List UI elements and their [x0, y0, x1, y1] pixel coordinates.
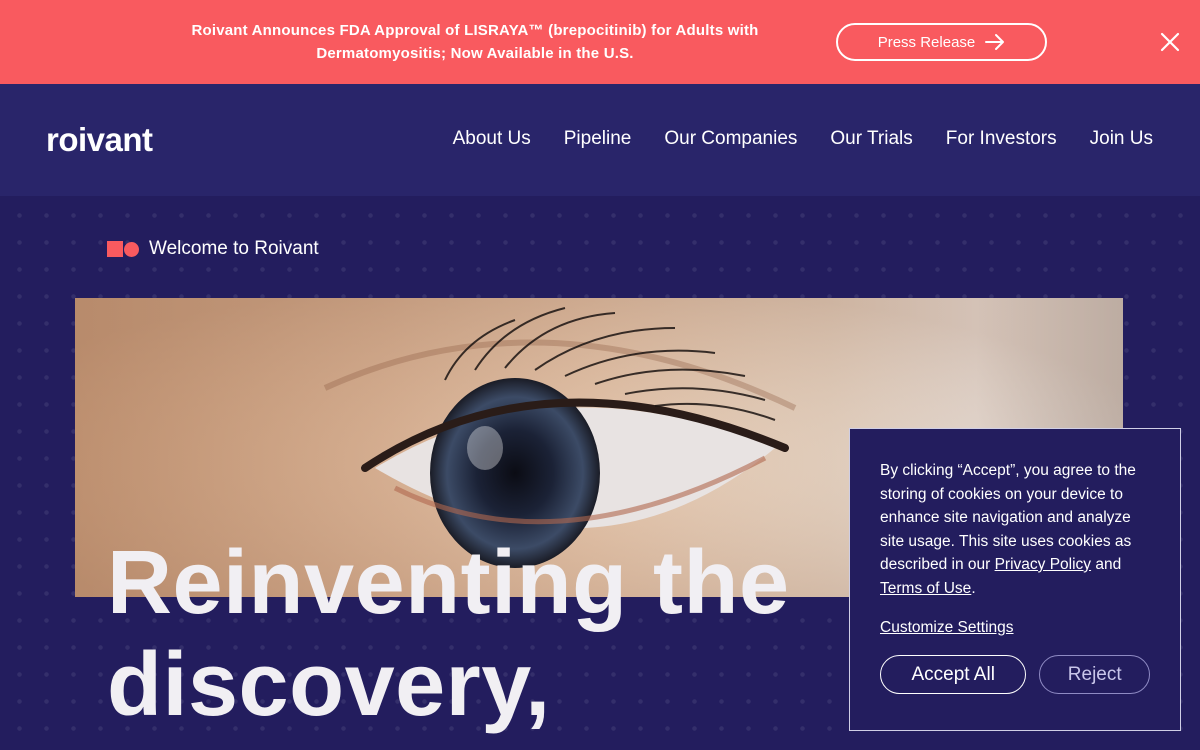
nav-pipeline[interactable]: Pipeline [564, 128, 632, 150]
announcement-text: Roivant Announces FDA Approval of LISRAY… [191, 22, 759, 62]
nav-our-companies[interactable]: Our Companies [664, 128, 797, 150]
customize-settings-link[interactable]: Customize Settings [880, 619, 1014, 637]
nav-our-trials[interactable]: Our Trials [830, 128, 912, 150]
hero-headline: Reinventing the discovery, [107, 532, 790, 736]
press-release-label: Press Release [877, 33, 976, 51]
announcement-bar: Roivant Announces FDA Approval of LISRAY… [0, 0, 1200, 84]
welcome-text: Welcome to Roivant [149, 238, 319, 259]
accept-all-button[interactable]: Accept All [880, 655, 1027, 694]
cookie-consent-banner: By clicking “Accept”, you agree to the s… [849, 428, 1181, 731]
main-nav: About Us Pipeline Our Companies Our Tria… [453, 128, 1153, 150]
nav-join-us[interactable]: Join Us [1090, 128, 1153, 150]
nav-for-investors[interactable]: For Investors [946, 128, 1057, 150]
headline-line-1: Reinventing the [107, 533, 790, 633]
welcome-eyebrow: Welcome to Roivant [107, 238, 319, 260]
cookie-and-text: and [1091, 556, 1122, 573]
roivant-logo[interactable]: roivant [46, 121, 153, 159]
terms-of-use-link[interactable]: Terms of Use [880, 580, 971, 597]
arrow-right-icon [985, 34, 1005, 50]
close-icon[interactable] [1158, 30, 1182, 54]
cookie-text: By clicking “Accept”, you agree to the s… [880, 459, 1150, 600]
nav-about-us[interactable]: About Us [453, 128, 531, 150]
site-header: roivant About Us Pipeline Our Companies … [0, 84, 1200, 196]
press-release-button[interactable]: Press Release [836, 23, 1047, 61]
brand-mark-icon [107, 241, 139, 257]
headline-line-2: discovery, [107, 635, 551, 735]
privacy-policy-link[interactable]: Privacy Policy [995, 556, 1091, 573]
cookie-buttons: Accept All Reject [880, 655, 1150, 694]
cookie-period: . [971, 579, 976, 597]
reject-button[interactable]: Reject [1039, 655, 1150, 694]
